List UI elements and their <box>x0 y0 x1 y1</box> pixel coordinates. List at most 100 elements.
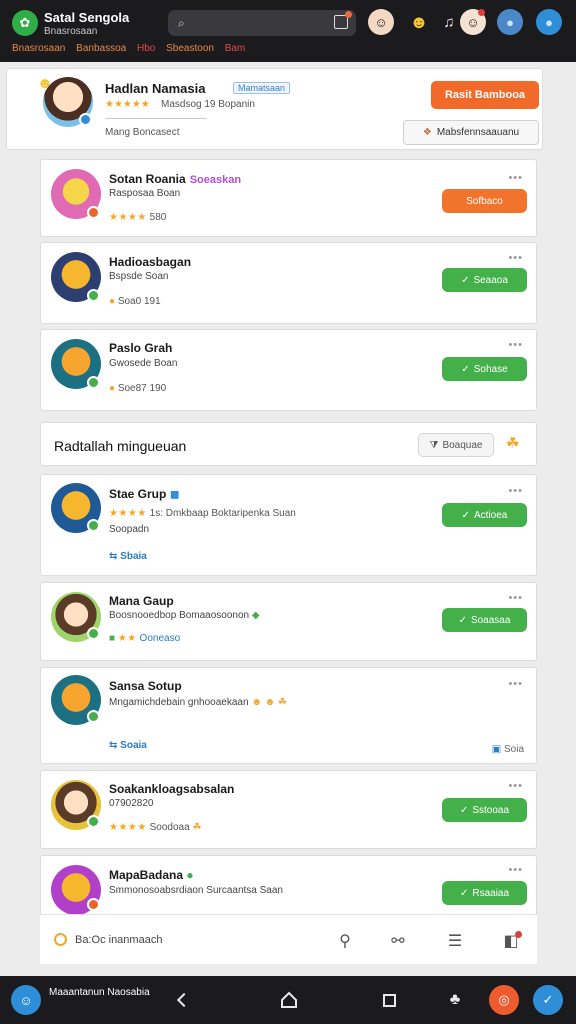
record-button[interactable]: ◎ <box>489 985 519 1015</box>
app-subtitle: Bnasrosaan <box>44 26 98 37</box>
sort-button[interactable]: ⧩ Boaquae <box>418 433 494 457</box>
emoji-icon[interactable] <box>54 933 67 946</box>
group-card[interactable]: Soakankloagsabsalan 07902820 ★★★★ Soodoa… <box>40 770 537 849</box>
message-button[interactable]: ❖ Mabsfennsaauanu <box>403 120 539 145</box>
more-options-icon[interactable]: ••• <box>508 592 523 604</box>
more-options-icon[interactable]: ••• <box>508 252 523 264</box>
section-header: Radtallah mingueuan ⧩ Boaquae ☘ <box>40 422 537 466</box>
recents-icon[interactable] <box>377 988 401 1012</box>
user-avatar[interactable]: ☺ <box>368 9 394 35</box>
group-meta: ■ ★★ Ooneaso <box>109 633 181 644</box>
verified-badge-icon <box>79 113 92 126</box>
search-box[interactable]: ⌕ <box>168 10 356 36</box>
account-avatar-icon[interactable]: ☺ <box>11 985 41 1015</box>
notification-icon[interactable]: ♫ <box>436 9 462 35</box>
status-badge-icon <box>87 898 100 911</box>
friend-meta: ● Soa0 191 <box>109 296 161 307</box>
filter-icon: ⧩ <box>429 439 439 451</box>
more-options-icon[interactable]: ••• <box>508 485 523 497</box>
system-nav-bar: ☺ Maaantanun Naosabia ♣ ◎ ✓ <box>0 976 576 1024</box>
group-subtitle: Boosnooedbop Bomaaosoonon ◆ <box>109 610 260 621</box>
friend-card[interactable]: Paslo Grah Gwosede Boan ● Soe87 190 ••• … <box>40 329 537 411</box>
group-name: Soakankloagsabsalan <box>109 782 235 796</box>
more-options-icon[interactable]: ••• <box>508 780 523 792</box>
action-button[interactable]: ✓ Seaaoa <box>442 268 527 292</box>
account-label: Maaantanun Naosabia <box>49 987 150 998</box>
status-badge-icon <box>87 206 100 219</box>
profile-stat: Masdsog 19 Bopanin <box>161 99 255 110</box>
friend-card[interactable]: Hadioasbagan Bspsde Soan ● Soa0 191 ••• … <box>40 242 537 324</box>
message-composer[interactable]: Ba:Oc inanmaach ⚲ ⚯ ☰ ◧ <box>40 914 537 964</box>
group-card[interactable]: Stae Grup ◼ ★★★★ 1s: Dmkbaap Boktaripenk… <box>40 474 537 576</box>
online-badge-icon <box>87 627 100 640</box>
friend-subtitle: Gwosede Boan <box>109 358 178 369</box>
notification-dot <box>478 9 485 16</box>
action-button[interactable]: ✓ Sstooaa <box>442 798 527 822</box>
rating-stars-icon: ★★★★★ <box>105 99 150 110</box>
group-meta: Soopadn <box>109 524 150 535</box>
online-badge-icon <box>87 289 100 302</box>
online-badge-icon <box>87 710 100 723</box>
group-subtitle: Mngamichdebain gnhooaekaan ☻ ☻ ☘ <box>109 697 287 708</box>
online-badge-icon <box>87 376 100 389</box>
sticker-icon[interactable]: ☘ <box>506 434 519 452</box>
profile-status: Mang Boncasect <box>105 127 180 138</box>
friend-name: Paslo Grah <box>109 341 173 355</box>
online-badge-icon <box>87 519 100 532</box>
add-friend-button[interactable]: Rasit Bambooa <box>431 81 539 109</box>
online-badge-icon <box>87 815 100 828</box>
friend-card[interactable]: Sotan Roania Soeaskan Rasposaa Boan ★★★★ … <box>40 159 537 237</box>
link-icon[interactable]: ⚯ <box>387 930 409 952</box>
search-icon: ⌕ <box>178 16 185 30</box>
more-options-icon[interactable]: ••• <box>508 339 523 351</box>
group-card[interactable]: MapaBadana ● Smmonosoabsrdiaon Surcaants… <box>40 855 537 917</box>
search-icon[interactable]: ⚲ <box>334 930 356 952</box>
profile-name: Hadlan Namasia <box>105 81 206 96</box>
secondary-button-label: Mabsfennsaauanu <box>436 127 520 138</box>
account-icon[interactable]: ● <box>536 9 562 35</box>
compose-icon[interactable] <box>334 11 352 29</box>
breadcrumb: Bnasrosaan Banbassoa Hbo Sbeastoon Bam <box>12 43 253 54</box>
group-name: Stae Grup ◼ <box>109 487 180 501</box>
notification-dot <box>515 931 522 938</box>
profile-avatar-icon[interactable]: ● <box>497 9 523 35</box>
section-title: Radtallah mingueuan <box>54 438 187 454</box>
nav-item[interactable]: Banbassoa <box>76 43 126 54</box>
top-app-bar: ✿ Satal Sengola Bnasrosaan ⌕ ☺ ☻ ♫ ☺ ● ●… <box>0 0 576 62</box>
group-subtitle: Smmonosoabsrdiaon Surcaantsa Saan <box>109 885 283 896</box>
sticker-icon[interactable]: ☻ <box>406 9 432 35</box>
search-input[interactable] <box>196 14 326 32</box>
group-card[interactable]: Sansa Sotup Mngamichdebain gnhooaekaan ☻… <box>40 667 537 764</box>
profile-tag: Mamatsaan <box>233 82 291 94</box>
friend-meta: ● Soe87 190 <box>109 383 167 394</box>
group-link[interactable]: ⇆ Sbaia <box>109 551 147 562</box>
more-options-icon[interactable]: ••• <box>508 864 523 876</box>
back-icon[interactable] <box>170 988 194 1012</box>
action-button[interactable]: ✓ Actioea <box>442 503 527 527</box>
more-options-icon[interactable]: ••• <box>508 678 523 690</box>
action-button[interactable]: ✓ Soaasaa <box>442 608 527 632</box>
action-button[interactable]: ✓ Rsaaiaa <box>442 881 527 905</box>
group-card[interactable]: Mana Gaup Boosnooedbop Bomaaosoonon ◆ ■ … <box>40 582 537 661</box>
friend-subtitle: Rasposaa Boan <box>109 188 181 199</box>
nav-item[interactable]: Bnasrosaan <box>12 43 65 54</box>
group-link[interactable]: ⇆ Soaia <box>109 740 147 751</box>
sticker-icon: ❖ <box>422 127 432 138</box>
accessibility-icon[interactable]: ♣ <box>443 988 467 1012</box>
group-extra[interactable]: ▣ Soia <box>492 744 524 755</box>
home-icon[interactable] <box>277 988 301 1012</box>
composer-input[interactable]: Ba:Oc inanmaach <box>75 934 162 946</box>
action-button[interactable]: ✓ Sohase <box>442 357 527 381</box>
check-button[interactable]: ✓ <box>533 985 563 1015</box>
friend-meta: ★★★★ 580 <box>109 212 167 223</box>
list-icon[interactable]: ☰ <box>444 930 466 952</box>
group-name: Mana Gaup <box>109 594 174 608</box>
more-options-icon[interactable]: ••• <box>508 172 523 184</box>
nav-item[interactable]: Bam <box>225 43 246 54</box>
group-name: Sansa Sotup <box>109 679 182 693</box>
nav-item[interactable]: Hbo <box>137 43 155 54</box>
nav-item[interactable]: Sbeastoon <box>166 43 214 54</box>
primary-button-label: Rasit Bambooa <box>444 89 526 101</box>
action-button[interactable]: Sofbaco <box>442 189 527 213</box>
app-logo-icon[interactable]: ✿ <box>12 10 38 36</box>
